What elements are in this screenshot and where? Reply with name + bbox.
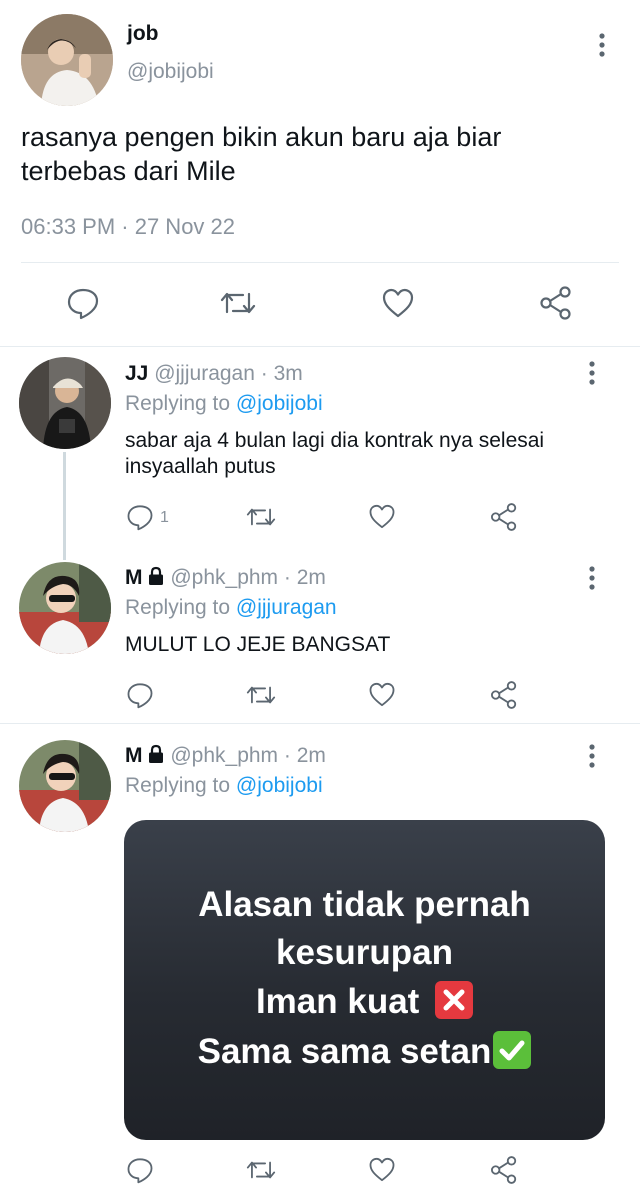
divider [21,262,619,263]
reply-time[interactable]: · 2m [284,744,326,767]
handle[interactable]: @jobijobi [127,60,214,84]
more-icon[interactable] [584,360,600,391]
thread-line [63,452,66,560]
display-name[interactable]: M [125,744,143,767]
like-icon[interactable] [381,287,415,319]
avatar[interactable] [19,562,111,654]
avatar[interactable] [19,357,111,449]
retweet-icon[interactable] [245,503,277,531]
like-icon[interactable] [368,503,396,530]
reply-text: sabar aja 4 bulan lagi dia kontrak nya s… [125,429,545,452]
tweet-text: rasanya pengen bikin akun baru aja biar [21,122,502,152]
more-icon[interactable] [594,32,610,63]
replying-to-label: Replying to [125,596,231,619]
more-icon[interactable] [584,743,600,774]
cross-emoji-icon [435,981,474,1019]
handle[interactable]: @phk_phm [170,566,278,589]
reply-icon[interactable] [126,1156,154,1184]
share-icon[interactable] [538,285,574,321]
reply-text: insyaallah putus [125,455,276,478]
tweet-text: terbebas dari Mile [21,156,236,186]
replying-to-link[interactable]: @jobijobi [236,392,323,415]
reply-icon[interactable] [126,681,154,709]
more-icon[interactable] [584,565,600,596]
handle[interactable]: @phk_phm [170,744,278,767]
replying-to-label: Replying to [125,774,231,797]
reply-header: M @phk_phm · 2m [125,744,326,770]
media-text: Alasan tidak pernah [198,885,531,924]
media-text: Iman kuat [255,982,420,1021]
retweet-icon[interactable] [219,286,257,320]
handle[interactable]: @jjjuragan [154,362,255,385]
timestamp[interactable]: 06:33 PM · 27 Nov 22 [21,214,235,240]
reply-count: 1 [160,509,169,526]
replying-to: Replying to @jjjuragan [125,596,337,620]
display-name[interactable]: M [125,566,143,589]
reply-text: MULUT LO JEJE BANGSAT [125,633,391,656]
divider [0,346,640,347]
divider [0,723,640,724]
reply-header: M @phk_phm · 2m [125,566,326,592]
replying-to-link[interactable]: @jobijobi [236,774,323,797]
like-icon[interactable] [368,1156,396,1183]
like-icon[interactable] [368,681,396,708]
display-name[interactable]: job [127,22,159,46]
reply-icon[interactable] [66,286,100,320]
replying-to: Replying to @jobijobi [125,774,323,798]
media-text: Sama sama setan [197,1032,492,1071]
share-icon[interactable] [489,502,519,532]
reply-icon[interactable] [126,503,154,531]
avatar[interactable] [21,14,113,106]
retweet-icon[interactable] [245,1156,277,1184]
reply-time[interactable]: · 2m [284,566,326,589]
share-icon[interactable] [489,680,519,710]
retweet-icon[interactable] [245,681,277,709]
media-text-row: Sama sama setan [124,1031,605,1072]
share-icon[interactable] [489,1155,519,1185]
replying-to-label: Replying to [125,392,231,415]
reply-time[interactable]: · 3m [261,362,303,385]
media-text-row: Iman kuat [124,981,605,1022]
replying-to: Replying to @jobijobi [125,392,323,416]
media-image[interactable]: Alasan tidak pernah kesurupan Iman kuat … [124,820,605,1140]
display-name[interactable]: JJ [125,362,148,385]
media-text: kesurupan [276,933,453,972]
avatar[interactable] [19,740,111,832]
check-emoji-icon [493,1031,532,1069]
lock-icon [147,566,165,592]
lock-icon [147,744,165,770]
replying-to-link[interactable]: @jjjuragan [236,596,337,619]
reply-header: JJ @jjjuragan · 3m [125,362,303,386]
